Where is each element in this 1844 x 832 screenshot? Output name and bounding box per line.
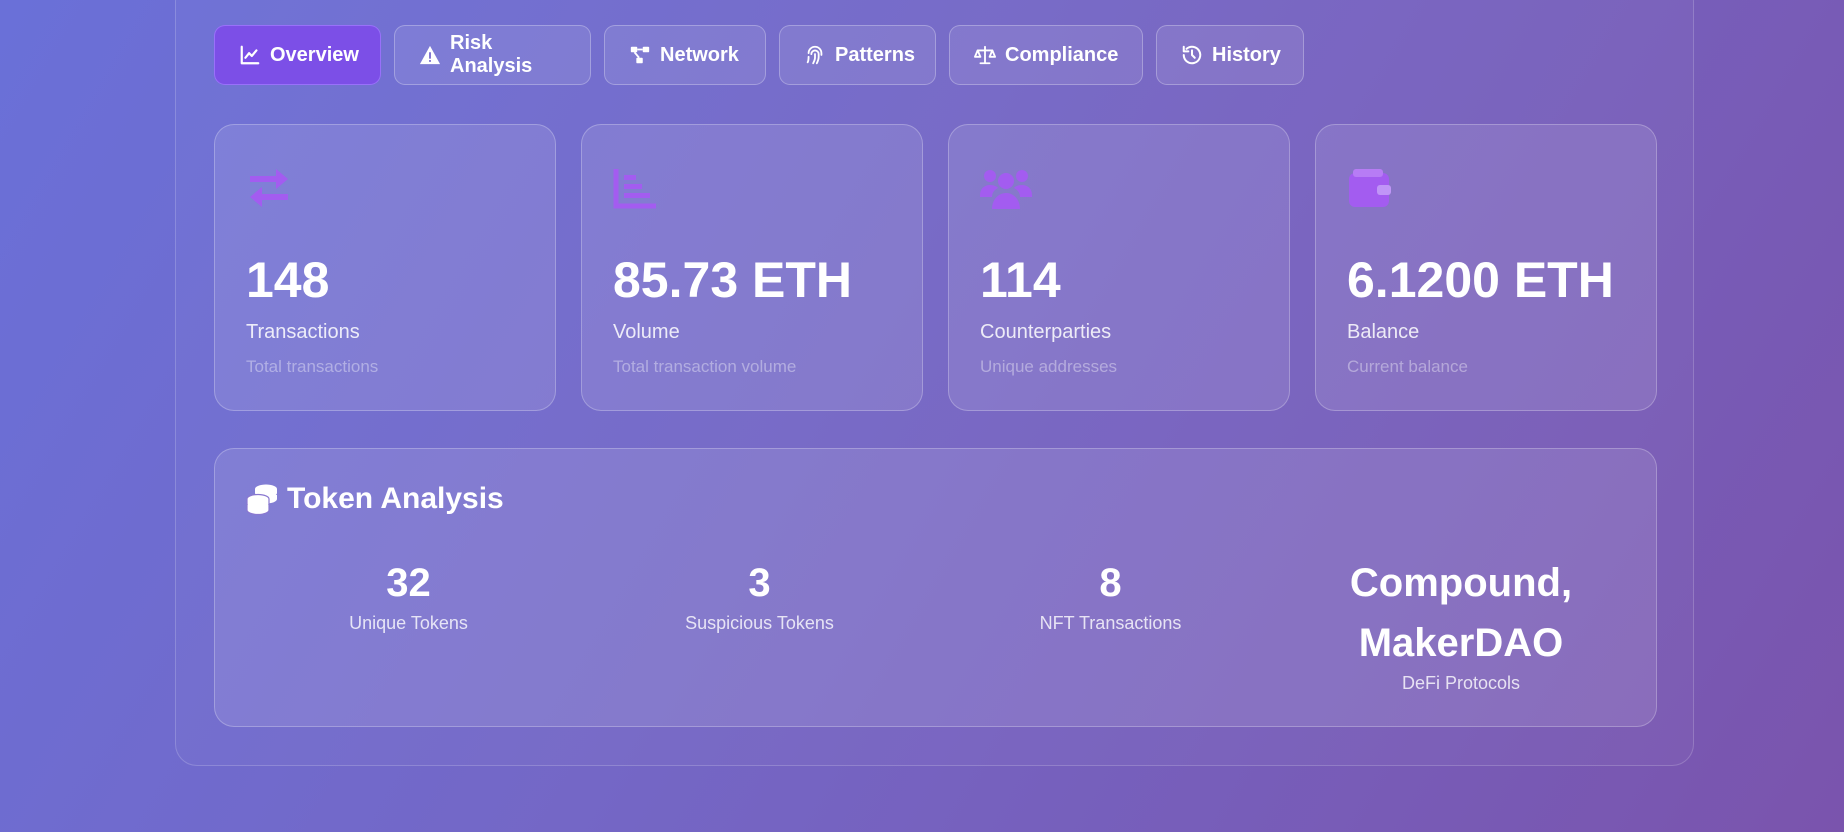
stat-label: DeFi Protocols [1401, 673, 1521, 693]
wallet-icon [1347, 167, 1393, 209]
tab-bar: Overview Risk Analysis Network Patterns … [214, 25, 1304, 85]
coins-icon [246, 483, 278, 515]
card-label: Transactions [246, 321, 360, 343]
stats-cards: 148 Transactions Total transactions 85.7… [214, 124, 1657, 411]
tab-risk-analysis[interactable]: Risk Analysis [394, 25, 591, 85]
card-value: 85.73 ETH [613, 252, 853, 308]
scale-icon [974, 44, 996, 66]
tab-network[interactable]: Network [604, 25, 766, 85]
card-volume: 85.73 ETH Volume Total transaction volum… [581, 124, 923, 411]
tab-overview[interactable]: Overview [214, 25, 381, 85]
tab-compliance[interactable]: Compliance [949, 25, 1143, 85]
stat-label: NFT Transactions [1039, 613, 1182, 633]
history-icon [1181, 44, 1203, 66]
stat-value: Compound, MakerDAO [1349, 561, 1573, 665]
stat-value: 3 [748, 561, 771, 605]
card-value: 148 [246, 252, 330, 308]
stat-nft-transactions: 8 NFT Transactions [935, 553, 1286, 634]
chart-bar-icon [613, 167, 659, 209]
card-balance: 6.1200 ETH Balance Current balance [1315, 124, 1657, 411]
card-value: 6.1200 ETH [1347, 252, 1614, 308]
card-label: Volume [613, 321, 680, 343]
network-icon [629, 44, 651, 66]
stat-label: Unique Tokens [349, 613, 468, 633]
tab-patterns[interactable]: Patterns [779, 25, 936, 85]
card-label: Balance [1347, 321, 1420, 343]
tab-label: Risk Analysis [450, 32, 533, 77]
stat-value: 32 [386, 561, 431, 605]
chart-line-icon [239, 44, 261, 66]
card-description: Total transaction volume [613, 357, 797, 376]
exchange-arrows-icon [246, 167, 292, 209]
card-label: Counterparties [980, 321, 1112, 343]
stat-label: Suspicious Tokens [685, 613, 834, 633]
fingerprint-icon [804, 44, 826, 66]
tab-history[interactable]: History [1156, 25, 1304, 85]
warning-icon [419, 44, 441, 66]
stat-value: 8 [1099, 561, 1122, 605]
stat-defi-protocols: Compound, MakerDAO DeFi Protocols [1286, 553, 1636, 694]
card-description: Total transactions [246, 357, 379, 376]
tab-label: History [1212, 43, 1281, 66]
card-description: Current balance [1347, 357, 1468, 376]
card-description: Unique addresses [980, 357, 1118, 376]
token-analysis-title: Token Analysis [246, 482, 504, 516]
section-title: Token Analysis [287, 482, 504, 515]
stat-unique-tokens: 32 Unique Tokens [233, 553, 584, 634]
tab-label: Compliance [1005, 43, 1119, 66]
card-value: 114 [980, 252, 1061, 308]
users-icon [980, 167, 1032, 209]
tab-label: Overview [270, 43, 359, 66]
card-transactions: 148 Transactions Total transactions [214, 124, 556, 411]
token-analysis-panel: Token Analysis 32 Unique Tokens 3 Suspic… [214, 448, 1657, 727]
tab-label: Patterns [835, 43, 916, 66]
card-counterparties: 114 Counterparties Unique addresses [948, 124, 1290, 411]
stat-suspicious-tokens: 3 Suspicious Tokens [584, 553, 935, 634]
tab-label: Network [660, 43, 739, 66]
